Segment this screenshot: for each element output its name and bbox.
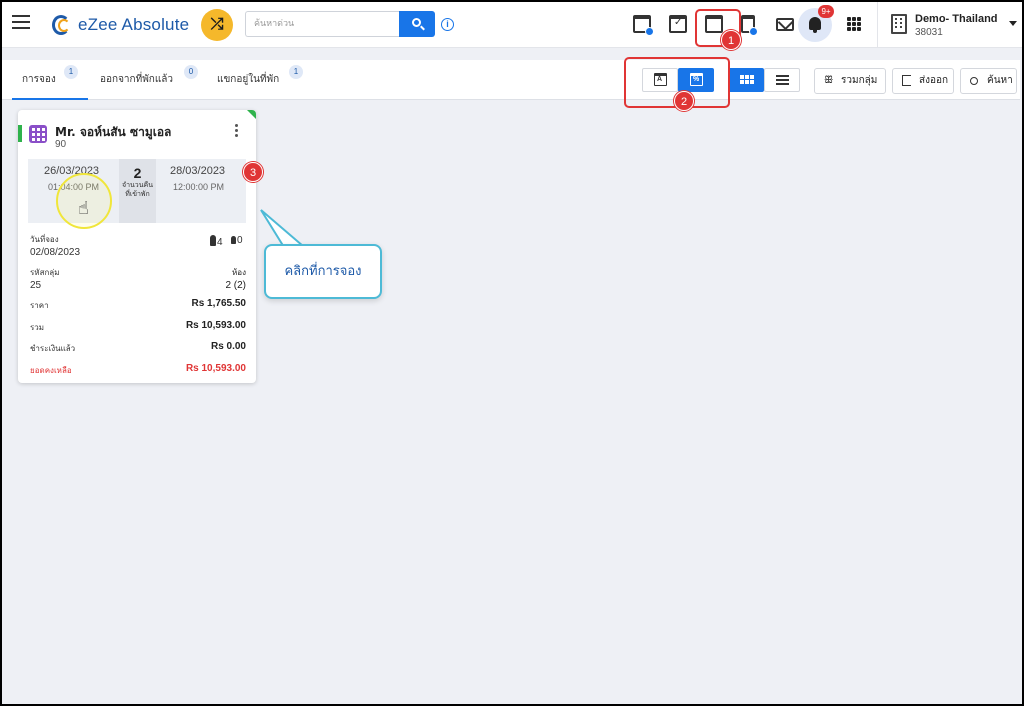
building-icon — [891, 14, 907, 34]
nights-count: 2 — [133, 165, 142, 181]
adults-count-group: 4 — [210, 235, 223, 248]
children-count: 0 — [237, 235, 243, 246]
export-icon — [902, 75, 911, 86]
more-options-icon[interactable] — [235, 124, 239, 138]
booking-card[interactable]: Mr. จอห์นสัน ซามูเอล 90 26/03/2023 01:04… — [18, 110, 256, 383]
paid-value: Rs 0.00 — [210, 341, 246, 352]
step-badge-2: 2 — [674, 91, 694, 111]
hotel-icon — [29, 125, 47, 143]
step-badge-1: 1 — [721, 30, 741, 50]
booking-date: 02/08/2023 — [30, 247, 81, 258]
search-filter-button[interactable]: ค้นหา — [960, 68, 1017, 94]
search-icon — [970, 77, 978, 85]
rate-label: ราคา — [30, 301, 49, 310]
tab-reservations[interactable]: การจอง 1 — [12, 60, 88, 100]
search-icon — [412, 18, 421, 27]
app-frame: eZee Absolute ⤮ ค้นหาด่วน i 9+ Demo- Tha… — [2, 2, 1022, 704]
guest-number: 90 — [55, 139, 67, 150]
grid-icon — [740, 75, 754, 84]
hand-pointer-icon: ☝ — [78, 198, 89, 218]
tab-label: แขกอยู่ในที่พัก — [217, 74, 280, 85]
departure-time: 12:00:00 PM — [173, 182, 225, 192]
top-bar: eZee Absolute ⤮ ค้นหาด่วน i 9+ Demo- Tha… — [2, 2, 1022, 48]
balance-label: ยอดคงเหลือ — [30, 366, 72, 375]
chevron-down-icon[interactable] — [1009, 21, 1017, 26]
quick-search-input[interactable]: ค้นหาด่วน — [245, 11, 399, 37]
export-button[interactable]: ส่งออก — [892, 68, 954, 94]
instruction-callout: คลิกที่การจอง — [264, 244, 382, 299]
tab-count-badge: 0 — [184, 65, 198, 79]
group-button[interactable]: ꕥ รวมกลุ่ม — [814, 68, 886, 94]
notifications-button[interactable]: 9+ — [798, 5, 834, 42]
group-code-label: รหัสกลุ่ม — [30, 268, 60, 277]
group-label: รวมกลุ่ม — [841, 75, 878, 86]
status-corner — [247, 110, 256, 119]
list-icon — [776, 75, 789, 87]
booking-date-label: วันที่จอง — [30, 235, 59, 244]
tab-in-house[interactable]: แขกอยู่ในที่พัก 1 — [217, 60, 317, 100]
tab-count-badge: 1 — [64, 65, 78, 79]
step-badge-3: 3 — [243, 162, 263, 182]
tab-checked-out[interactable]: ออกจากที่พักแล้ว 0 — [100, 60, 210, 100]
apps-grid-icon[interactable] — [847, 17, 861, 31]
tab-label: การจอง — [22, 74, 56, 85]
app-logo[interactable]: eZee Absolute — [52, 12, 189, 38]
calendar-check-icon[interactable] — [669, 15, 687, 33]
total-value: Rs 10,593.00 — [185, 320, 246, 331]
group-code: 25 — [30, 280, 42, 291]
list-view-button[interactable] — [764, 68, 800, 92]
guest-name[interactable]: Mr. จอห์นสัน ซามูเอล — [55, 123, 171, 142]
tab-count-badge: 1 — [289, 65, 303, 79]
adult-icon — [210, 235, 216, 246]
property-name[interactable]: Demo- Thailand — [915, 13, 998, 25]
search-label: ค้นหา — [987, 75, 1013, 86]
shuffle-button[interactable]: ⤮ — [201, 9, 233, 41]
rooms-label: ห้อง — [232, 268, 246, 277]
balance-value: Rs 10,593.00 — [185, 363, 246, 374]
grid-view-button[interactable] — [728, 68, 764, 92]
departure-date: 28/03/2023 — [170, 165, 226, 177]
booking-list-icon[interactable] — [741, 15, 758, 36]
info-icon[interactable]: i — [441, 18, 454, 31]
total-label: รวม — [30, 323, 45, 332]
mail-icon[interactable] — [776, 18, 794, 31]
menu-icon[interactable] — [12, 15, 30, 31]
nights-box: 2 จำนวนคืนที่เข้าพัก — [119, 159, 156, 223]
calendar-add-icon[interactable] — [633, 15, 654, 36]
group-icon: ꕥ — [824, 75, 834, 86]
tab-label: ออกจากที่พักแล้ว — [100, 74, 174, 85]
status-indicator — [18, 125, 22, 142]
app-name: eZee Absolute — [78, 15, 190, 34]
notification-badge: 9+ — [818, 5, 834, 18]
search-button[interactable] — [399, 11, 435, 37]
tab-bar: การจอง 1 ออกจากที่พักแล้ว 0 แขกอยู่ในที่… — [2, 60, 1020, 100]
rate-value: Rs 1,765.50 — [191, 298, 247, 309]
rooms-value: 2 (2) — [225, 280, 246, 291]
child-icon — [231, 236, 236, 244]
bell-icon — [809, 17, 821, 33]
adults-count: 4 — [217, 237, 223, 248]
shuffle-icon: ⤮ — [210, 16, 224, 33]
nights-label: จำนวนคืนที่เข้าพัก — [121, 181, 153, 198]
property-id: 38031 — [915, 27, 943, 38]
ezee-logo-icon — [52, 14, 74, 36]
divider — [877, 2, 878, 48]
children-count-group: 0 — [231, 235, 243, 246]
export-label: ส่งออก — [919, 75, 949, 86]
paid-label: ชำระเงินแล้ว — [30, 344, 76, 353]
